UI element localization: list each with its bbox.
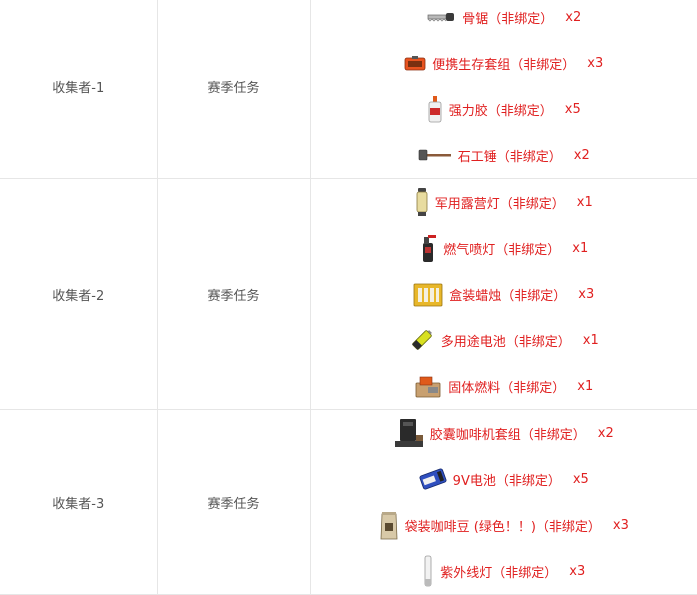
bone-saw-icon [426, 10, 456, 24]
item-quantity: x2 [597, 425, 614, 441]
item-quantity: x5 [572, 471, 589, 487]
reward-item: 盒装蜡烛（非绑定） x3 [413, 271, 594, 317]
item-quantity: x1 [582, 332, 599, 348]
item-name: 军用露营灯（非绑定） [434, 196, 565, 212]
coffee-machine-icon [394, 417, 424, 449]
quest-name: 收集者-3 [52, 496, 105, 512]
item-name: 便携生存套组（非绑定） [432, 57, 576, 73]
item-name: 袋装咖啡豆 (绿色！！)（非绑定） [404, 519, 601, 535]
item-quantity: x1 [576, 194, 593, 210]
quest-name-cell: 收集者-2 [0, 178, 158, 410]
9v-battery-icon [419, 467, 447, 491]
quest-type: 赛季任务 [207, 288, 260, 304]
survival-kit-icon [404, 55, 426, 71]
table-row: 收集者-3 赛季任务 胶囊咖啡机套组（非绑定） x2 9V电池（非绑定） x5 … [0, 409, 697, 595]
item-quantity: x3 [612, 517, 629, 533]
blowtorch-icon [419, 233, 437, 263]
reward-items-cell: 胶囊咖啡机套组（非绑定） x2 9V电池（非绑定） x5 袋装咖啡豆 (绿色！！… [310, 409, 697, 595]
camping-lantern-icon [415, 187, 429, 217]
item-quantity: x3 [578, 286, 595, 302]
quest-name-cell: 收集者-1 [0, 0, 158, 179]
item-quantity: x2 [573, 147, 590, 163]
item-name: 多用途电池（非绑定） [440, 334, 571, 350]
reward-item: 紫外线灯（非绑定） x3 [422, 548, 585, 594]
quest-type: 赛季任务 [207, 496, 260, 512]
reward-item: 强力胶（非绑定） x5 [427, 86, 581, 132]
uv-lamp-icon [422, 555, 434, 587]
item-quantity: x2 [565, 9, 582, 25]
item-name: 燃气喷灯（非绑定） [443, 242, 561, 258]
reward-item: 军用露营灯（非绑定） x1 [415, 179, 593, 225]
item-name: 骨锯（非绑定） [462, 11, 554, 27]
quest-type-cell: 赛季任务 [157, 0, 311, 179]
coffee-bag-icon [379, 510, 399, 540]
table-row: 收集者-1 赛季任务 骨锯（非绑定） x2 便携生存套组（非绑定） x3 强力胶… [0, 0, 697, 179]
item-quantity: x5 [564, 101, 581, 117]
reward-item: 固体燃料（非绑定） x1 [414, 363, 593, 409]
quest-name-cell: 收集者-3 [0, 409, 158, 595]
item-name: 9V电池（非绑定） [452, 473, 561, 489]
reward-item: 胶囊咖啡机套组（非绑定） x2 [394, 410, 614, 456]
item-name: 石工锤（非绑定） [457, 149, 562, 165]
item-name: 固体燃料（非绑定） [448, 380, 566, 396]
table-row: 收集者-2 赛季任务 军用露营灯（非绑定） x1 燃气喷灯（非绑定） x1 盒装… [0, 178, 697, 410]
item-quantity: x1 [577, 378, 594, 394]
candle-box-icon [413, 280, 443, 308]
sledgehammer-icon [418, 148, 452, 162]
item-quantity: x1 [572, 240, 589, 256]
quest-type-cell: 赛季任务 [157, 409, 311, 595]
glue-bottle-icon [427, 95, 443, 123]
reward-items-cell: 骨锯（非绑定） x2 便携生存套组（非绑定） x3 强力胶（非绑定） x5 石工… [310, 0, 697, 179]
quest-type-cell: 赛季任务 [157, 178, 311, 410]
item-name: 强力胶（非绑定） [448, 103, 553, 119]
reward-item: 燃气喷灯（非绑定） x1 [419, 225, 588, 271]
reward-item: 9V电池（非绑定） x5 [419, 456, 589, 502]
reward-item: 骨锯（非绑定） x2 [426, 0, 581, 40]
item-name: 紫外线灯（非绑定） [440, 565, 558, 581]
reward-item: 石工锤（非绑定） x2 [418, 132, 590, 178]
quest-name: 收集者-2 [52, 288, 105, 304]
solid-fuel-icon [414, 373, 442, 399]
item-name: 盒装蜡烛（非绑定） [449, 288, 567, 304]
reward-item: 袋装咖啡豆 (绿色！！)（非绑定） x3 [379, 502, 629, 548]
reward-item: 多用途电池（非绑定） x1 [409, 317, 599, 363]
reward-item: 便携生存套组（非绑定） x3 [404, 40, 603, 86]
quest-name: 收集者-1 [52, 80, 105, 96]
quest-type: 赛季任务 [207, 80, 260, 96]
reward-items-cell: 军用露营灯（非绑定） x1 燃气喷灯（非绑定） x1 盒装蜡烛（非绑定） x3 … [310, 178, 697, 410]
quest-reward-table: 收集者-1 赛季任务 骨锯（非绑定） x2 便携生存套组（非绑定） x3 强力胶… [0, 0, 697, 595]
item-quantity: x3 [587, 55, 604, 71]
item-name: 胶囊咖啡机套组（非绑定） [429, 427, 586, 443]
battery-icon [409, 326, 435, 354]
item-quantity: x3 [569, 563, 586, 579]
